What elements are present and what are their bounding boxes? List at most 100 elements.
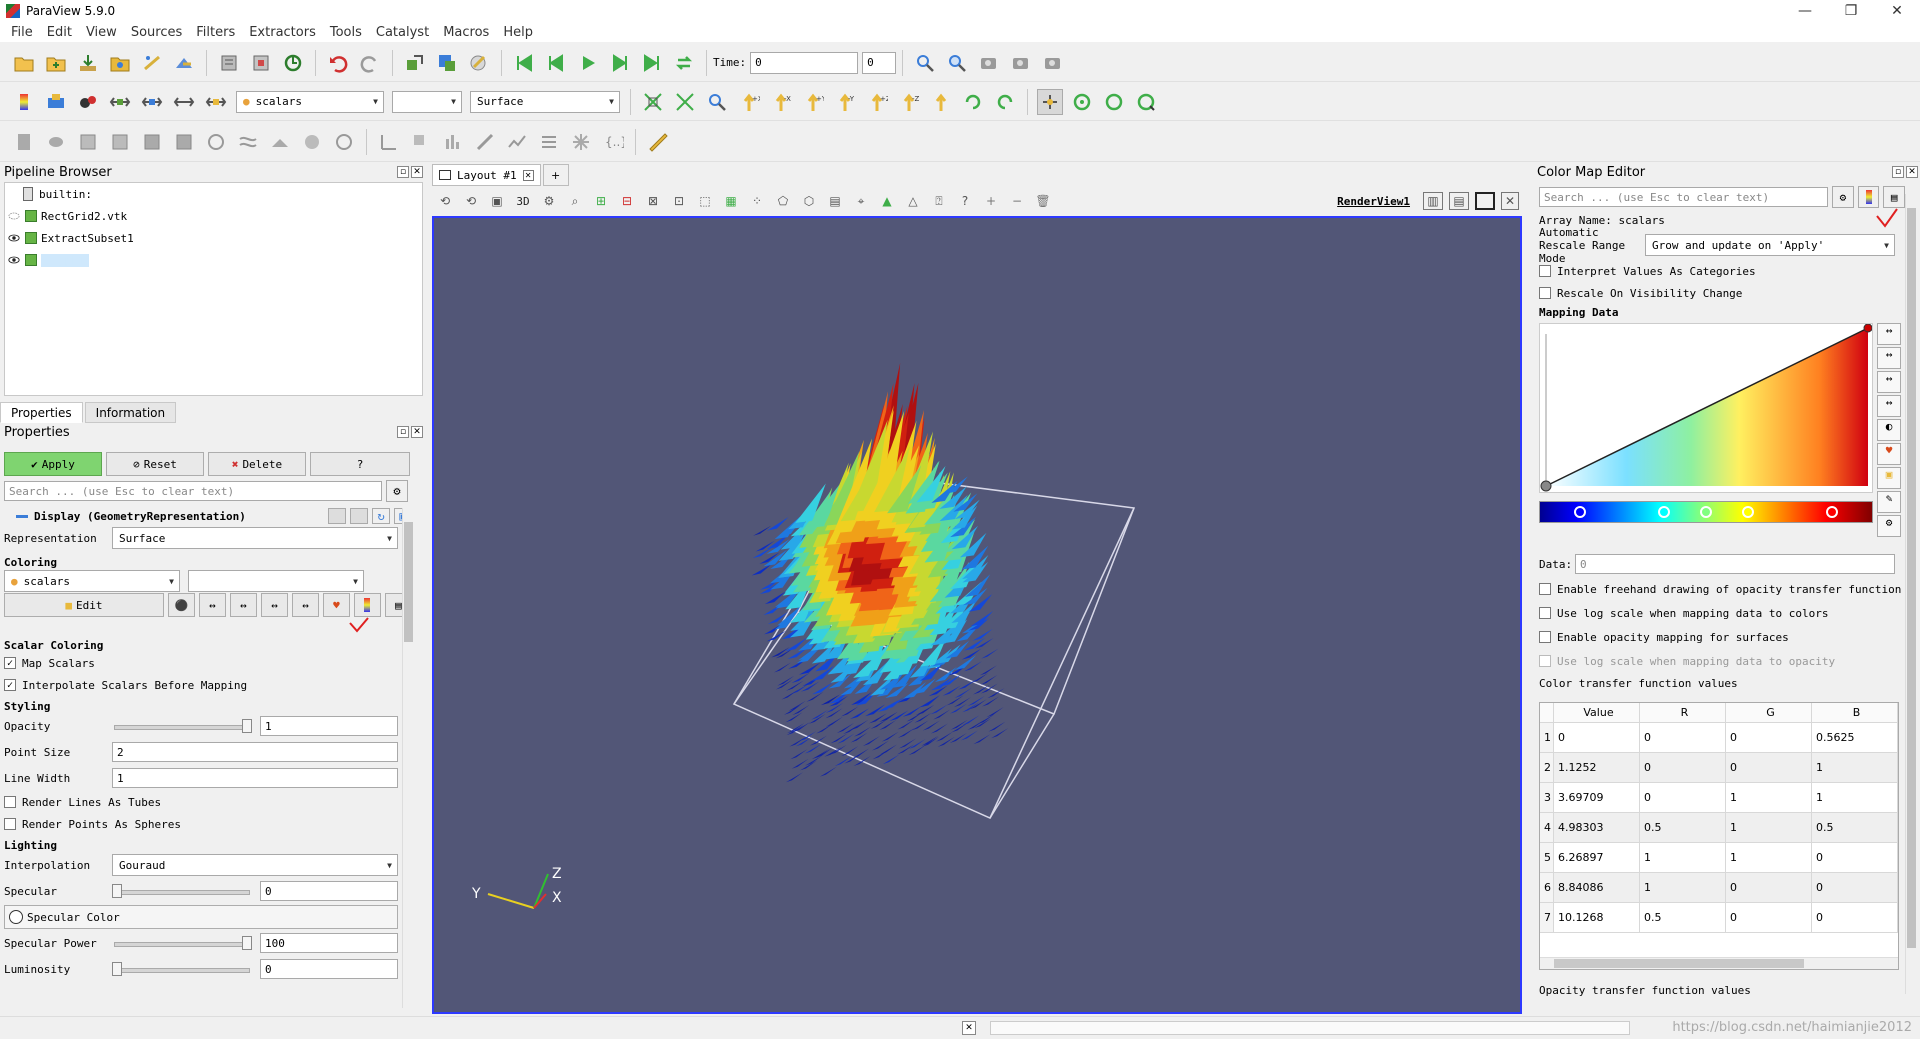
- time-input[interactable]: 0: [750, 51, 859, 74]
- cell-b[interactable]: 0: [1812, 873, 1898, 902]
- cme-gear-icon[interactable]: ⚙: [1832, 186, 1854, 208]
- table-row[interactable]: 5 6.26897 1 1 0: [1540, 843, 1898, 873]
- specular-color-button[interactable]: Specular Color: [4, 905, 398, 929]
- close-panel-icon[interactable]: ✕: [411, 426, 423, 438]
- threshold-icon[interactable]: [139, 129, 165, 155]
- freehand-checkbox[interactable]: [1539, 583, 1551, 595]
- cell-g[interactable]: 1: [1726, 813, 1812, 842]
- restore-icon[interactable]: ❐: [1828, 0, 1874, 22]
- paste-icon[interactable]: [350, 508, 368, 524]
- float-panel-icon[interactable]: ▫: [397, 426, 409, 438]
- select-points-on-icon[interactable]: ⊟: [617, 191, 637, 211]
- header-b[interactable]: B: [1812, 703, 1898, 722]
- capture-screenshot-3-icon[interactable]: [1040, 50, 1066, 76]
- minimize-icon[interactable]: —: [1782, 0, 1828, 22]
- toggle-3d-button[interactable]: 3D: [513, 191, 533, 211]
- python-calculator-icon[interactable]: {..}: [600, 129, 626, 155]
- split-vertical-icon[interactable]: ▤: [1449, 192, 1469, 210]
- specular-power-input[interactable]: 100: [260, 933, 398, 953]
- zoom-to-box-icon[interactable]: [912, 50, 938, 76]
- luminosity-slider[interactable]: [112, 959, 252, 979]
- first-frame-icon[interactable]: [511, 50, 537, 76]
- close-icon[interactable]: ✕: [1874, 0, 1920, 22]
- render-view[interactable]: Y Z X: [432, 216, 1522, 1014]
- rescale-data-button[interactable]: ↔: [198, 593, 226, 617]
- temporal-icon[interactable]: [536, 129, 562, 155]
- hover-points-query-icon[interactable]: ⍰: [929, 191, 949, 211]
- close-panel-icon[interactable]: ✕: [411, 166, 423, 178]
- rescale-visible-icon[interactable]: ↔: [1877, 395, 1901, 417]
- capture-screenshot-2-icon[interactable]: [1008, 50, 1034, 76]
- table-row[interactable]: 7 10.1268 0.5 0 0: [1540, 903, 1898, 933]
- hover-cells-query-icon[interactable]: ?: [955, 191, 975, 211]
- menu-sources[interactable]: Sources: [124, 25, 189, 40]
- collapse-icon[interactable]: [16, 514, 28, 518]
- rescale-custom-range-icon[interactable]: ↔: [1877, 347, 1901, 369]
- slider-thumb[interactable]: [242, 936, 252, 950]
- view-minus-y-icon[interactable]: -Y: [832, 89, 858, 115]
- clear-selection-icon[interactable]: 🗑: [1033, 191, 1053, 211]
- cell-value[interactable]: 8.84086: [1554, 873, 1640, 902]
- log-colors-row[interactable]: Use log scale when mapping data to color…: [1539, 601, 1905, 625]
- help-button[interactable]: ?: [310, 452, 410, 476]
- data-value-input[interactable]: 0: [1575, 554, 1895, 574]
- cell-value[interactable]: 0: [1554, 723, 1640, 752]
- float-panel-icon[interactable]: ▫: [397, 166, 409, 178]
- choose-preset-button[interactable]: ⚫: [167, 593, 195, 617]
- polygon-select-cells-icon[interactable]: ⬠: [773, 191, 793, 211]
- cell-r[interactable]: 0: [1640, 723, 1726, 752]
- log-opacity-row[interactable]: Use log scale when mapping data to opaci…: [1539, 649, 1905, 673]
- specular-slider[interactable]: [112, 881, 252, 901]
- menu-catalyst[interactable]: Catalyst: [369, 25, 436, 40]
- plot-over-time-icon[interactable]: [504, 129, 530, 155]
- cme-search-input[interactable]: Search ... (use Esc to clear text): [1539, 187, 1829, 207]
- properties-search-input[interactable]: Search ... (use Esc to clear text): [4, 481, 382, 501]
- python-shell-icon[interactable]: [466, 50, 492, 76]
- pipeline-item-rectgrid[interactable]: RectGrid2.vtk: [5, 205, 422, 227]
- extract-level-icon[interactable]: [331, 129, 357, 155]
- specular-input[interactable]: 0: [260, 881, 398, 901]
- zoom-closest-icon[interactable]: [704, 89, 730, 115]
- extract-subset-icon[interactable]: [171, 129, 197, 155]
- menu-filters[interactable]: Filters: [189, 25, 242, 40]
- opacity-surfaces-row[interactable]: Enable opacity mapping for surfaces: [1539, 625, 1905, 649]
- map-scalars-row[interactable]: ✓ Map Scalars: [4, 652, 412, 674]
- cell-r[interactable]: 0: [1640, 783, 1726, 812]
- scrollbar-thumb[interactable]: [1554, 959, 1804, 968]
- edit-colormap-button[interactable]: ■ Edit: [4, 593, 164, 617]
- rescale-visible-button[interactable]: ↔: [291, 593, 319, 617]
- cell-g[interactable]: 1: [1726, 783, 1812, 812]
- interactive-select-cells-icon[interactable]: ▦: [721, 191, 741, 211]
- apply-button[interactable]: ✔ Apply: [4, 452, 102, 476]
- log-opacity-checkbox[interactable]: [1539, 655, 1551, 667]
- reset-button[interactable]: ⊘ Reset: [106, 452, 204, 476]
- menu-extractors[interactable]: Extractors: [242, 25, 323, 40]
- coloring-array-dropdown[interactable]: ● scalars: [4, 570, 180, 592]
- scrollbar-thumb[interactable]: [1907, 208, 1916, 948]
- table-row[interactable]: 1 0 0 0 0.5625: [1540, 723, 1898, 753]
- opacity-point-handle[interactable]: [1540, 480, 1552, 492]
- slider-thumb[interactable]: [112, 962, 122, 976]
- advanced-icon[interactable]: ⚙: [1877, 515, 1901, 537]
- slider-thumb[interactable]: [112, 884, 122, 898]
- cell-r[interactable]: 1: [1640, 843, 1726, 872]
- render-lines-tubes-row[interactable]: Render Lines As Tubes: [4, 791, 412, 813]
- array-select[interactable]: ● scalars: [236, 90, 384, 113]
- view-plus-y-icon[interactable]: +Y: [800, 89, 826, 115]
- interactive-select-points-icon[interactable]: ⁘: [747, 191, 767, 211]
- rescale-custom-button[interactable]: ↔: [229, 593, 257, 617]
- tab-properties[interactable]: Properties: [0, 402, 83, 423]
- reset-view-icon[interactable]: ⟲: [435, 191, 455, 211]
- isometric-view-icon[interactable]: [928, 89, 954, 115]
- select-cells-through-icon[interactable]: ⊠: [643, 191, 663, 211]
- table-row[interactable]: 2 1.1252 0 0 1: [1540, 753, 1898, 783]
- cell-centers-icon[interactable]: [568, 129, 594, 155]
- save-data-icon[interactable]: [75, 50, 101, 76]
- render-view-name[interactable]: RenderView1: [1337, 195, 1410, 208]
- auto-rescale-dropdown[interactable]: Grow and update on 'Apply': [1645, 234, 1895, 256]
- plot-over-line-icon[interactable]: [376, 129, 402, 155]
- split-horizontal-icon[interactable]: ▥: [1423, 192, 1443, 210]
- table-row[interactable]: 4 4.98303 0.5 1 0.5: [1540, 813, 1898, 843]
- rescale-range-icon[interactable]: ↔: [1877, 323, 1901, 345]
- specular-power-slider[interactable]: [112, 933, 252, 953]
